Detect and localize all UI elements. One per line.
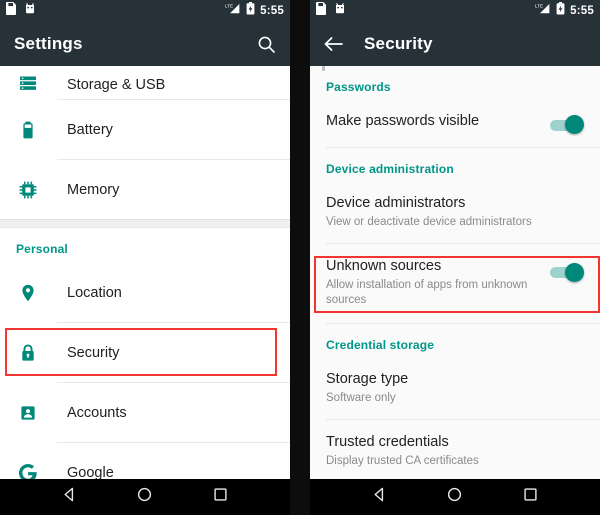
battery-charging-icon [246, 2, 255, 20]
setting-row-make-passwords-visible[interactable]: Make passwords visible [310, 101, 600, 147]
home-circle-icon[interactable] [136, 486, 153, 508]
clock-right: 5:55 [570, 5, 594, 17]
scroll-indicator [322, 66, 325, 71]
list-item-label: Storage & USB [67, 77, 166, 93]
list-item-accounts[interactable]: Accounts [0, 383, 290, 442]
list-item-storage[interactable]: Storage & USB [0, 66, 290, 99]
notification-icons-right [316, 2, 346, 20]
section-header-personal: Personal [16, 242, 68, 256]
location-pin-icon [16, 283, 40, 303]
row-subtitle: View or deactivate device administrators [326, 215, 532, 228]
row-title: Storage type [326, 371, 409, 388]
section-separator [0, 219, 290, 228]
row-subtitle: Allow installation of apps from unknown … [326, 278, 528, 307]
battery-icon [16, 120, 40, 140]
android-robot-icon [334, 2, 346, 20]
list-item-location[interactable]: Location [0, 263, 290, 322]
list-item-label: Location [67, 284, 122, 301]
svg-text:LTE: LTE [535, 3, 543, 8]
row-title: Trusted credentials [326, 433, 449, 450]
list-item-security[interactable]: Security [0, 323, 290, 382]
status-indicators-right: LTE 5:55 [535, 2, 594, 20]
toggle-make-passwords-visible[interactable] [550, 115, 584, 135]
battery-charging-icon [556, 2, 565, 20]
row-subtitle: Software only [326, 392, 396, 405]
list-item-label: Accounts [67, 404, 127, 421]
svg-text:LTE: LTE [225, 3, 233, 8]
storage-icon [16, 73, 40, 93]
row-text: Device administrators View or deactivate… [326, 194, 584, 231]
memory-icon [16, 180, 40, 200]
settings-list[interactable]: Storage & USB Battery Memory Personal Lo… [0, 66, 290, 515]
row-text: Storage type Software only [326, 370, 584, 407]
list-item-label: Memory [67, 181, 120, 198]
left-phone-screenshot: LTE 5:55 Settings Storage & USB Battery … [0, 0, 290, 515]
list-item-label: Security [67, 344, 120, 361]
back-triangle-icon[interactable] [371, 486, 388, 508]
setting-row-unknown-sources[interactable]: Unknown sources Allow installation of ap… [310, 243, 600, 324]
setting-row-storage-type[interactable]: Storage type Software only [310, 359, 600, 419]
section-header-device-administration: Device administration [326, 162, 454, 176]
app-bar-settings: Settings [0, 22, 290, 66]
list-item-label: Battery [67, 121, 113, 138]
section-header-passwords: Passwords [326, 80, 391, 94]
panel-gap [290, 0, 310, 515]
home-circle-icon[interactable] [446, 486, 463, 508]
signal-bars-icon: LTE [225, 2, 241, 20]
security-settings-list[interactable]: Passwords Make passwords visible Device … [310, 66, 600, 515]
sim-card-icon [316, 2, 327, 20]
android-robot-icon [24, 2, 36, 20]
page-title-settings: Settings [14, 34, 83, 53]
back-arrow-icon[interactable] [324, 36, 344, 52]
list-item-memory[interactable]: Memory [0, 160, 290, 219]
recents-square-icon[interactable] [212, 486, 229, 508]
nav-bar-left[interactable] [0, 479, 290, 515]
setting-row-trusted-credentials[interactable]: Trusted credentials Display trusted CA c… [310, 419, 600, 482]
page-title-security: Security [364, 34, 433, 53]
toggle-unknown-sources[interactable] [550, 262, 584, 283]
toggle-thumb [565, 262, 584, 282]
status-bar-left: LTE 5:55 [0, 0, 290, 22]
row-title: Unknown sources [326, 257, 442, 274]
row-text: Make passwords visible [326, 112, 550, 131]
clock-left: 5:55 [260, 5, 284, 17]
status-indicators-left: LTE 5:55 [225, 2, 284, 20]
nav-bar-right[interactable] [310, 479, 600, 515]
search-icon[interactable] [257, 35, 276, 54]
notification-icons-left [6, 2, 36, 20]
status-bar-right: LTE 5:55 [310, 0, 600, 22]
row-title: Make passwords visible [326, 113, 480, 129]
lock-icon [16, 343, 40, 363]
sim-card-icon [6, 2, 17, 20]
app-bar-security: Security [310, 22, 600, 66]
screenshot-stage: LTE 5:55 Settings Storage & USB Battery … [0, 0, 600, 515]
setting-row-device-administrators[interactable]: Device administrators View or deactivate… [310, 183, 600, 243]
back-triangle-icon[interactable] [61, 486, 78, 508]
row-text: Trusted credentials Display trusted CA c… [326, 433, 584, 470]
row-subtitle: Display trusted CA certificates [326, 454, 479, 467]
row-title: Device administrators [326, 195, 466, 211]
right-phone-screenshot: LTE 5:55 Security Passwords Make passwor… [310, 0, 600, 515]
recents-square-icon[interactable] [522, 486, 539, 508]
section-header-credential-storage: Credential storage [326, 338, 435, 353]
account-icon [16, 403, 40, 423]
list-item-battery[interactable]: Battery [0, 100, 290, 159]
toggle-thumb [565, 115, 584, 134]
signal-bars-icon: LTE [535, 2, 551, 20]
row-text: Unknown sources Allow installation of ap… [326, 257, 550, 310]
